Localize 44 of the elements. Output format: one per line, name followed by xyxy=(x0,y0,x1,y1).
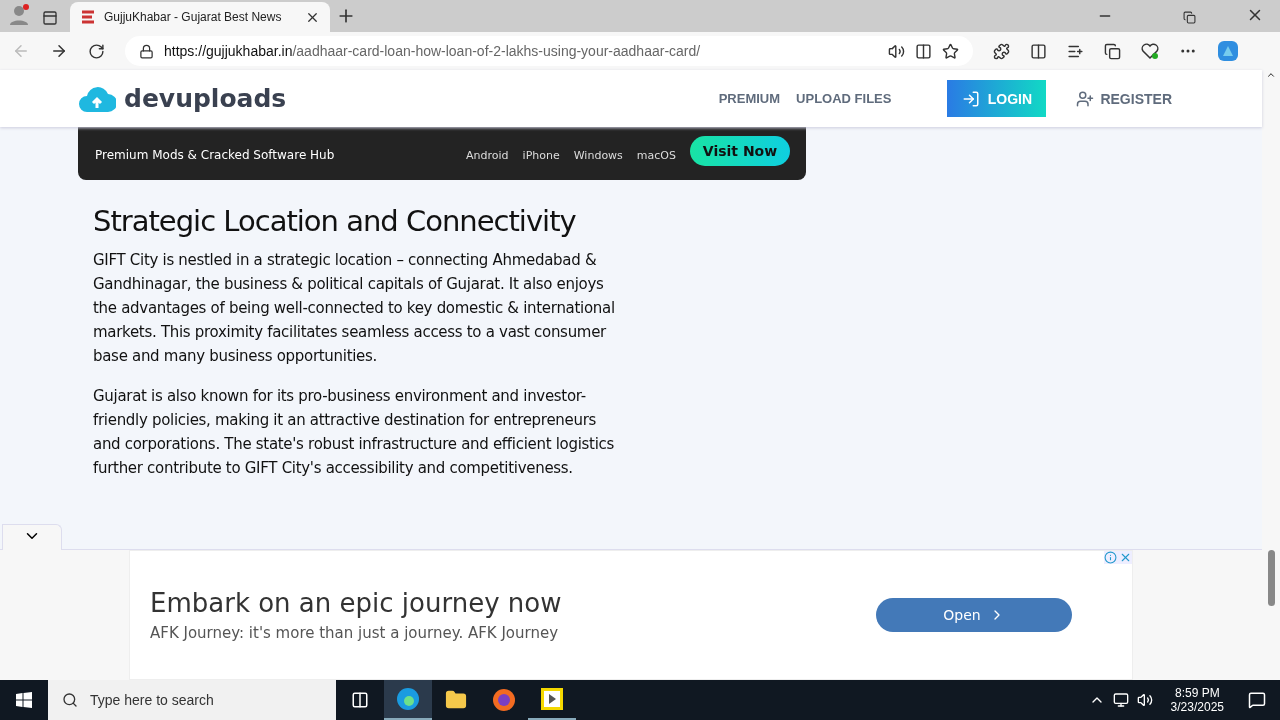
nav-link[interactable]: UPLOAD FILES xyxy=(796,91,892,106)
tab-actions-icon[interactable] xyxy=(42,10,58,26)
platform-label: macOS xyxy=(636,149,676,162)
ad-headline: Embark on an epic journey now xyxy=(150,588,563,618)
article-paragraph: Gujarat is also known for its pro-business environment and investor-friendly policies, making it an attractive destination for entrepreneurs and corporations. The state's robust infrastructure and efficient logistics further contribute to GIFT City's accessibility and competitiveness. xyxy=(93,386,615,479)
notification-icon[interactable] xyxy=(1248,691,1266,709)
taskbar-search[interactable]: Type here to search xyxy=(48,680,336,720)
collections-icon[interactable] xyxy=(1104,42,1121,60)
site-logo[interactable]: devuploads xyxy=(124,84,287,113)
health-icon[interactable] xyxy=(1141,42,1159,60)
url-text: https://gujjukhabar.in/aadhaar-card-loan-how-loan-of-2-lakhs-using-your-aadhaar-card/ xyxy=(164,43,702,59)
platform-label: Android xyxy=(466,149,509,162)
profile-icon[interactable] xyxy=(8,4,30,26)
ad-info-icon[interactable] xyxy=(1104,551,1117,564)
forward-icon[interactable] xyxy=(50,42,68,60)
restore-icon[interactable] xyxy=(1183,11,1196,24)
lock-icon xyxy=(139,43,154,59)
ad-close-icon[interactable] xyxy=(1119,551,1132,564)
taskbar-clock[interactable]: 8:59 PM 3/23/2025 xyxy=(1170,686,1224,714)
platform-label: Windows xyxy=(573,149,623,162)
visit-now-button[interactable]: Visit Now xyxy=(690,135,790,166)
windows-start-icon[interactable] xyxy=(16,692,32,708)
register-link[interactable]: REGISTER xyxy=(1076,89,1172,108)
reload-icon[interactable] xyxy=(88,42,105,60)
platform-label: iPhone xyxy=(522,149,560,162)
volume-icon[interactable] xyxy=(1136,692,1153,708)
search-icon xyxy=(62,692,78,708)
scroll-up-icon[interactable] xyxy=(1266,70,1276,80)
scrollbar[interactable] xyxy=(1262,70,1280,680)
login-arrow-icon xyxy=(961,89,980,108)
add-user-icon xyxy=(1076,89,1095,108)
promo-tagline: Premium Mods & Cracked Software Hub xyxy=(95,148,336,162)
browser-tab[interactable]: GujjuKhabar - Gujarat Best News xyxy=(70,2,330,32)
open-button[interactable]: Open xyxy=(876,598,1072,632)
extensions-icon[interactable] xyxy=(993,42,1010,60)
nav-link[interactable]: PREMIUM xyxy=(718,91,781,106)
scroll-thumb[interactable] xyxy=(1267,550,1275,606)
site-favicon xyxy=(80,9,96,25)
address-bar[interactable]: https://gujjukhabar.in/aadhaar-card-loan-how-loan-of-2-lakhs-using-your-aadhaar-card/ xyxy=(125,36,973,66)
article-paragraph: GIFT City is nestled in a strategic location – connecting Ahmedabad & Gandhinagar, the business & political capitals of Gujarat. It also enjoys the advantages of being well-connected to key domestic & international markets. This proximity facilitates seamless access to a vast consumer base and many business opportunities. xyxy=(93,250,616,367)
split-screen-icon[interactable] xyxy=(1030,42,1047,60)
ad-body: AFK Journey: it's more than just a journey. AFK Journey xyxy=(150,624,560,642)
article-heading: Strategic Location and Connectivity xyxy=(93,204,577,238)
favorite-star-icon[interactable] xyxy=(942,42,959,60)
